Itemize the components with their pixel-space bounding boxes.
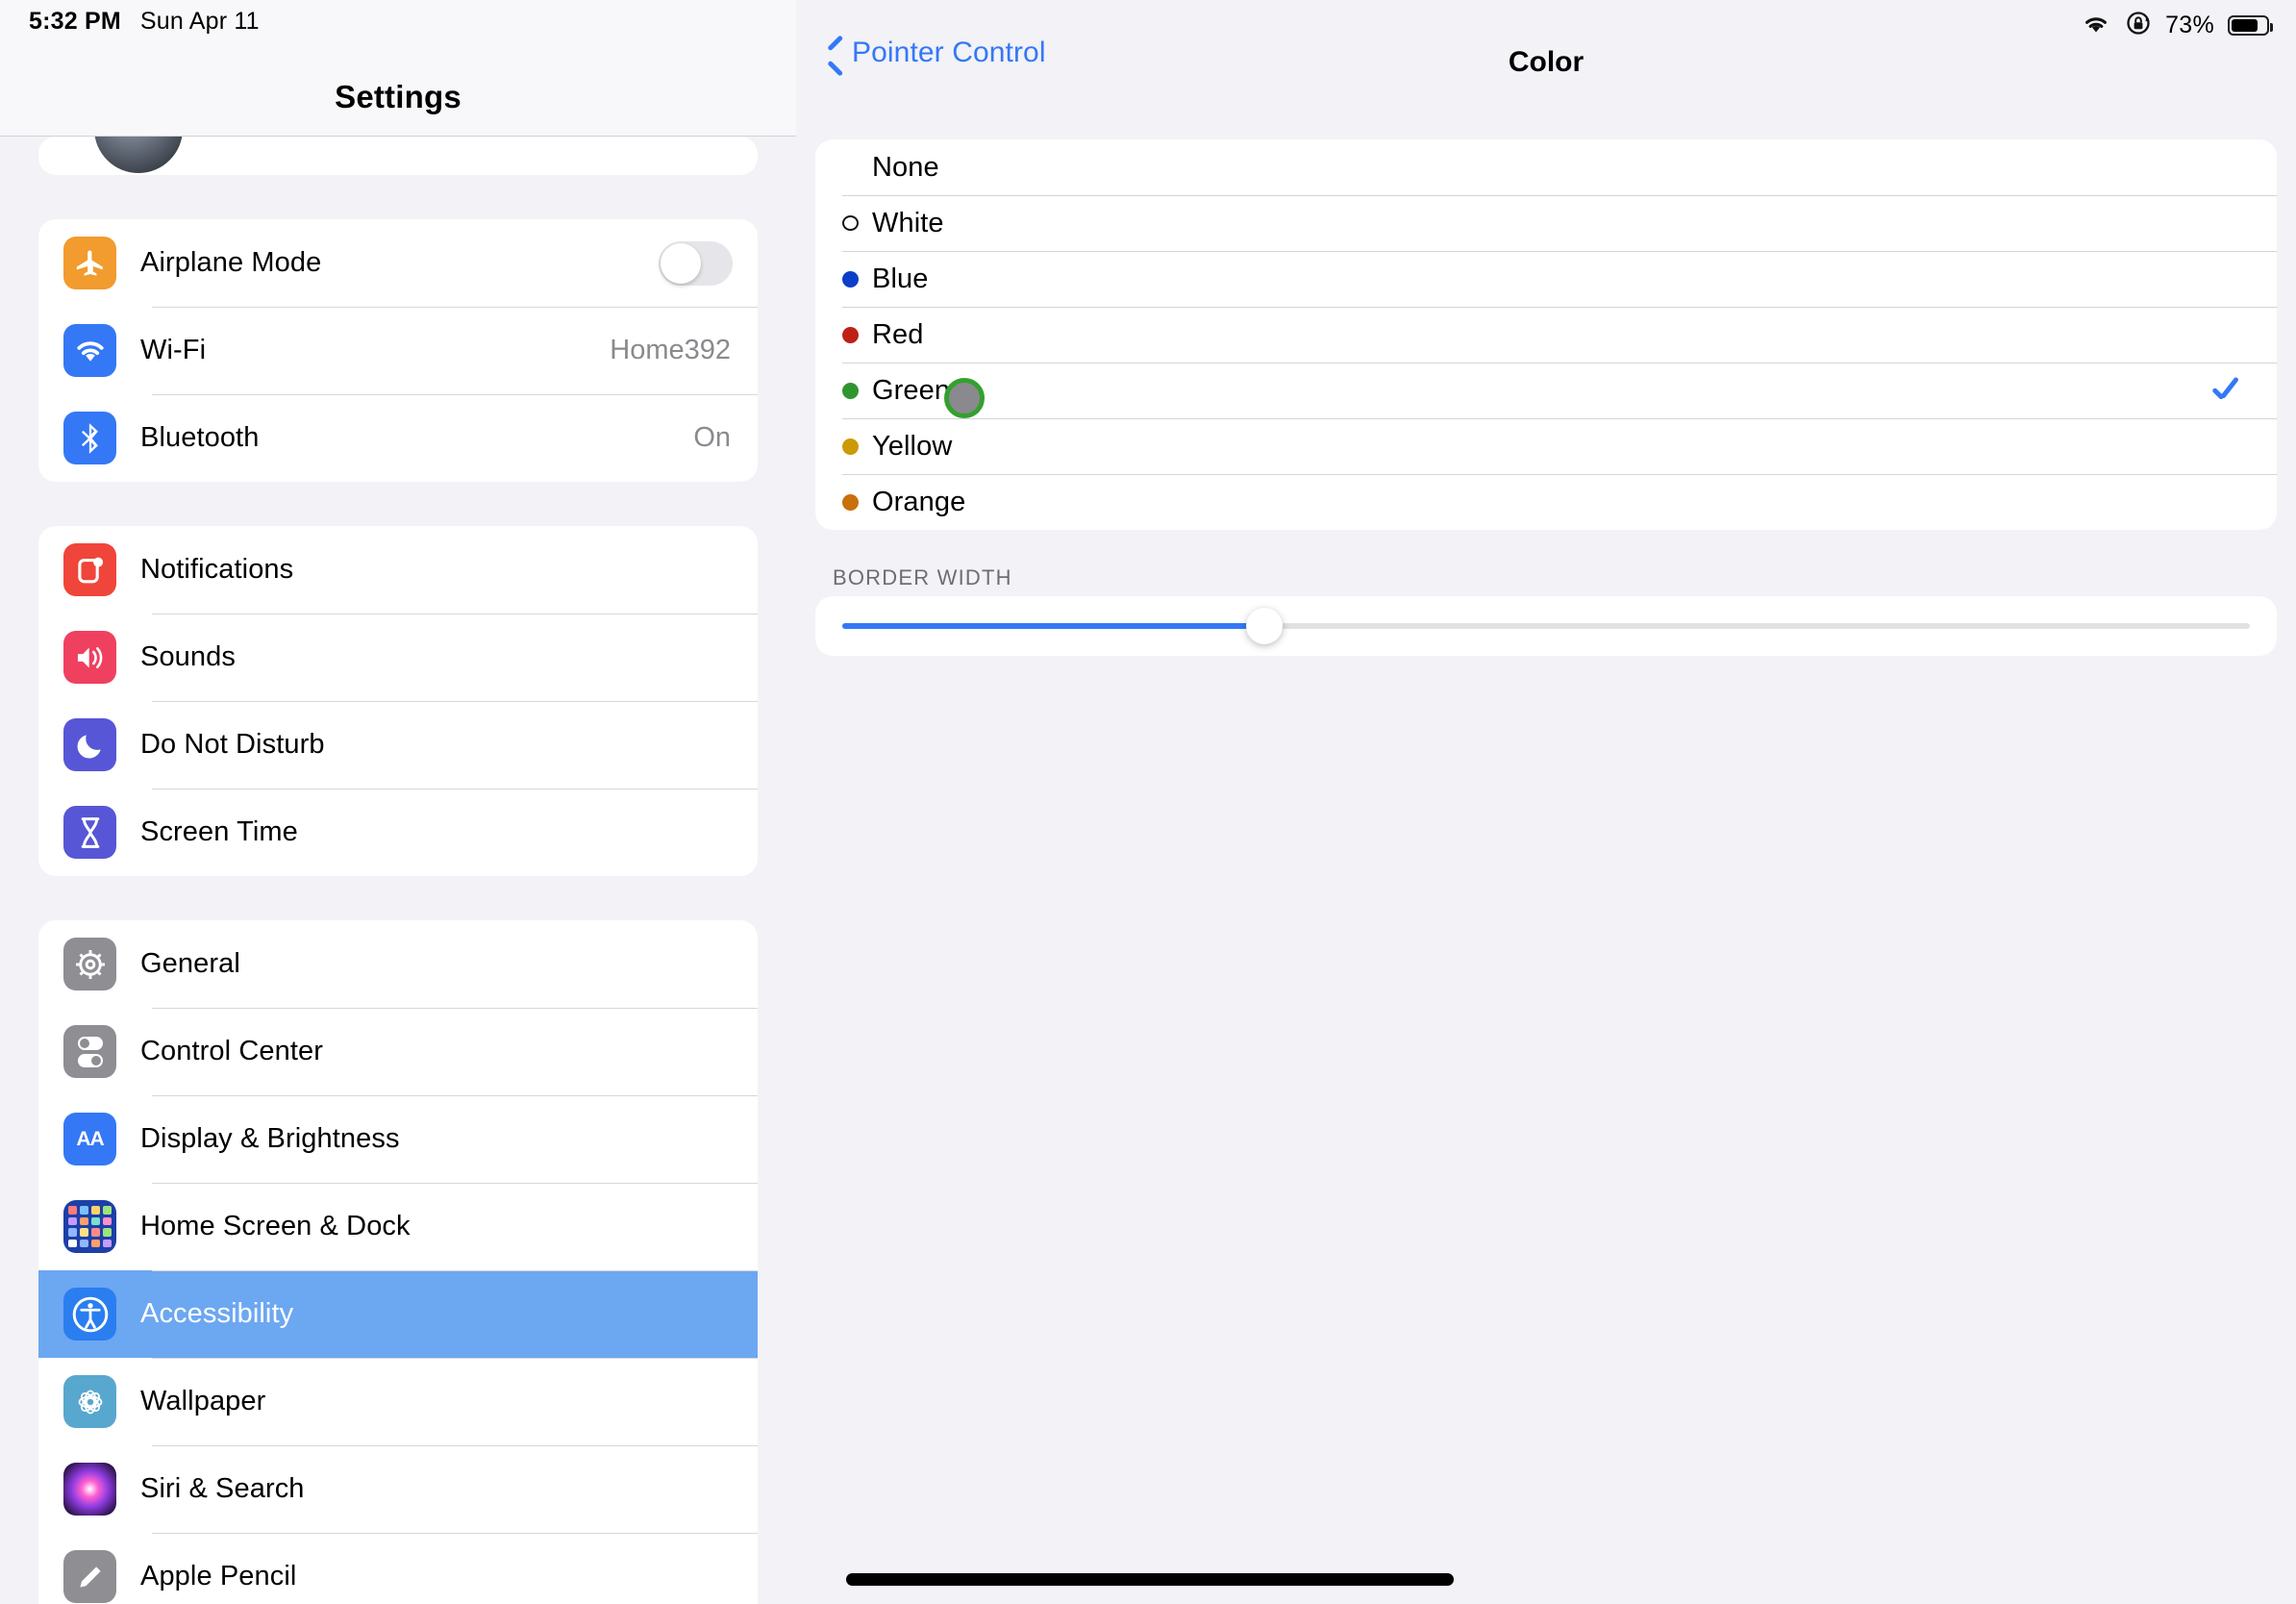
wifi-network-value: Home392 bbox=[610, 335, 731, 365]
group-system: General Control Center AA Display & Brig… bbox=[38, 920, 758, 1604]
sidebar-item-label: Bluetooth bbox=[140, 422, 260, 453]
detail-panel: Pointer Control Color None White Blue Re… bbox=[796, 0, 2296, 1604]
color-option-none[interactable]: None bbox=[815, 139, 2277, 195]
group-alerts: Notifications Sounds Do Not Disturb Scre… bbox=[38, 526, 758, 876]
home-screen-dock-icon bbox=[63, 1200, 116, 1253]
color-option-label: Yellow bbox=[872, 430, 953, 462]
sidebar-item-label: Home Screen & Dock bbox=[140, 1211, 411, 1241]
checkmark-icon bbox=[2211, 374, 2244, 407]
slider-track-fill bbox=[842, 623, 1265, 629]
sidebar-item-label: Siri & Search bbox=[140, 1473, 305, 1504]
border-width-section-label: BORDER WIDTH bbox=[833, 565, 1012, 589]
sidebar-item-apple-pencil[interactable]: Apple Pencil bbox=[38, 1533, 758, 1604]
settings-sidebar: Settings Airplane Mode Wi-Fi Home392 Blu… bbox=[0, 0, 796, 1604]
toggle-knob bbox=[661, 242, 701, 284]
sidebar-item-label: Apple Pencil bbox=[140, 1561, 297, 1591]
color-options-list: None White Blue Red Green Yellow Orange bbox=[815, 139, 2277, 530]
siri-icon bbox=[63, 1463, 116, 1516]
page-title: Settings bbox=[335, 79, 462, 114]
notifications-icon bbox=[63, 543, 116, 596]
speaker-icon bbox=[63, 631, 116, 684]
color-option-label: None bbox=[872, 151, 939, 183]
sidebar-item-label: Display & Brightness bbox=[140, 1123, 400, 1154]
detail-header: Pointer Control Color bbox=[796, 0, 2296, 96]
sidebar-item-label: Wallpaper bbox=[140, 1386, 266, 1416]
bluetooth-state-value: On bbox=[693, 422, 731, 453]
color-option-label: Red bbox=[872, 318, 924, 350]
home-indicator[interactable] bbox=[846, 1573, 1454, 1586]
sidebar-item-label: Screen Time bbox=[140, 816, 298, 847]
border-width-card bbox=[815, 596, 2277, 656]
sidebar-item-sounds[interactable]: Sounds bbox=[38, 614, 758, 701]
color-option-label: Blue bbox=[872, 263, 929, 294]
airplane-mode-toggle[interactable] bbox=[659, 240, 733, 286]
sidebar-item-label: Airplane Mode bbox=[140, 247, 322, 278]
sidebar-item-label: Sounds bbox=[140, 641, 236, 672]
color-swatch-none bbox=[842, 160, 859, 176]
moon-icon bbox=[63, 718, 116, 771]
sidebar-item-screen-time[interactable]: Screen Time bbox=[38, 789, 758, 876]
gear-icon bbox=[63, 938, 116, 990]
color-swatch-orange bbox=[842, 493, 859, 511]
sidebar-header: Settings bbox=[0, 0, 796, 137]
ipad-settings-screen: 5:32 PM Sun Apr 11 73% Settings Airplane… bbox=[0, 0, 2296, 1604]
border-width-slider[interactable] bbox=[815, 596, 2277, 656]
group-connectivity: Airplane Mode Wi-Fi Home392 Bluetooth On bbox=[38, 219, 758, 482]
wallpaper-icon bbox=[63, 1375, 116, 1428]
sidebar-item-label: Notifications bbox=[140, 554, 294, 585]
pointer-cursor bbox=[944, 378, 985, 418]
airplane-icon bbox=[63, 237, 116, 289]
color-option-yellow[interactable]: Yellow bbox=[815, 418, 2277, 474]
color-swatch-blue bbox=[842, 270, 859, 288]
color-option-label: Green bbox=[872, 374, 951, 406]
sidebar-item-control-center[interactable]: Control Center bbox=[38, 1008, 758, 1095]
sidebar-scroll-area[interactable]: Airplane Mode Wi-Fi Home392 Bluetooth On bbox=[0, 137, 796, 1604]
sidebar-item-notifications[interactable]: Notifications bbox=[38, 526, 758, 614]
sidebar-item-accessibility[interactable]: Accessibility bbox=[38, 1270, 758, 1358]
color-swatch-red bbox=[842, 326, 859, 343]
sidebar-item-label: General bbox=[140, 948, 240, 979]
bluetooth-icon bbox=[63, 412, 116, 464]
apple-pencil-icon bbox=[63, 1550, 116, 1603]
sidebar-item-wifi[interactable]: Wi-Fi Home392 bbox=[38, 307, 758, 394]
sidebar-item-do-not-disturb[interactable]: Do Not Disturb bbox=[38, 701, 758, 789]
slider-track[interactable] bbox=[842, 623, 2250, 629]
color-option-label: White bbox=[872, 207, 944, 238]
color-option-label: Orange bbox=[872, 486, 966, 517]
color-option-red[interactable]: Red bbox=[815, 307, 2277, 363]
control-center-icon bbox=[63, 1025, 116, 1078]
sidebar-item-label: Control Center bbox=[140, 1036, 323, 1066]
color-swatch-yellow bbox=[842, 438, 859, 455]
accessibility-icon bbox=[63, 1288, 116, 1341]
sidebar-item-home-screen-dock[interactable]: Home Screen & Dock bbox=[38, 1183, 758, 1270]
sidebar-item-label: Wi-Fi bbox=[140, 335, 207, 365]
color-swatch-white bbox=[842, 215, 859, 231]
detail-title: Color bbox=[1508, 46, 1585, 78]
sidebar-item-wallpaper[interactable]: Wallpaper bbox=[38, 1358, 758, 1445]
profile-group[interactable] bbox=[38, 137, 758, 175]
color-option-orange[interactable]: Orange bbox=[815, 474, 2277, 530]
color-option-green[interactable]: Green bbox=[815, 363, 2277, 418]
color-swatch-green bbox=[842, 382, 859, 399]
display-brightness-icon: AA bbox=[63, 1113, 116, 1165]
hourglass-icon bbox=[63, 806, 116, 859]
slider-thumb[interactable] bbox=[1246, 608, 1284, 644]
wifi-icon bbox=[63, 324, 116, 377]
avatar[interactable] bbox=[94, 137, 183, 173]
sidebar-item-display-brightness[interactable]: AA Display & Brightness bbox=[38, 1095, 758, 1183]
sidebar-item-general[interactable]: General bbox=[38, 920, 758, 1008]
sidebar-item-label: Do Not Disturb bbox=[140, 729, 325, 760]
color-option-white[interactable]: White bbox=[815, 195, 2277, 251]
sidebar-item-siri-search[interactable]: Siri & Search bbox=[38, 1445, 758, 1533]
sidebar-item-label: Accessibility bbox=[140, 1298, 294, 1329]
sidebar-item-bluetooth[interactable]: Bluetooth On bbox=[38, 394, 758, 482]
color-option-blue[interactable]: Blue bbox=[815, 251, 2277, 307]
sidebar-item-airplane-mode[interactable]: Airplane Mode bbox=[38, 219, 758, 307]
